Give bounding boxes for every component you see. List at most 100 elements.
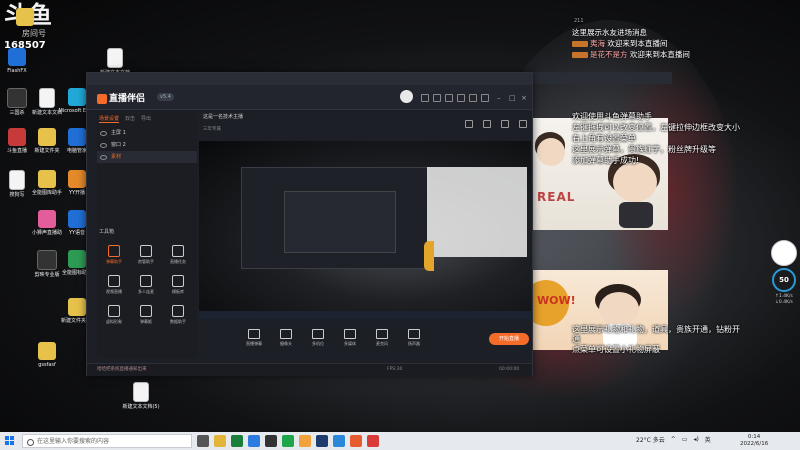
danmaku-button[interactable]: 直播弹幕 <box>239 329 269 347</box>
settings-icon[interactable] <box>469 94 477 102</box>
app-icon[interactable] <box>299 435 311 447</box>
speaker-button[interactable]: 扬声器 <box>399 329 429 347</box>
scene-item[interactable]: 窗口 2 <box>97 139 197 151</box>
clock[interactable]: 0:14 2022/6/16 <box>740 434 768 448</box>
desktop-icon[interactable]: FlashFX <box>0 48 36 74</box>
help-icon[interactable] <box>481 94 489 102</box>
tool-danmaku-ji[interactable]: 弹幕姬 <box>131 305 161 325</box>
tools-grid: 弹幕助手 房管助手 直播任务 视频直播 多人连麦 模板库 虚拟形象 弹幕姬 数据… <box>99 245 193 325</box>
input-lang[interactable]: 英 <box>705 435 711 444</box>
desktop-icon[interactable]: gssfasf <box>28 342 66 368</box>
mobile-icon[interactable] <box>501 120 509 128</box>
task-icon <box>172 245 184 257</box>
weather-text[interactable]: 22°C 多云 <box>636 435 665 444</box>
preview-taskbar <box>199 311 531 319</box>
wow-badge: WOW! <box>533 280 576 326</box>
tool-multi[interactable]: 多人连麦 <box>131 275 161 295</box>
browser-icon[interactable] <box>248 435 260 447</box>
tool-danmaku[interactable]: 弹幕助手 <box>99 245 129 265</box>
clock-time: 0:14 <box>747 434 761 440</box>
multi-camera-button[interactable]: 多机位 <box>303 329 333 347</box>
close-icon[interactable]: × <box>521 94 527 102</box>
stream-category: 三年专属 <box>203 127 221 132</box>
avatar[interactable] <box>400 90 413 103</box>
minimize-icon[interactable]: – <box>497 94 501 102</box>
tab-scene[interactable]: 场景设置 <box>99 115 120 123</box>
group-icon <box>140 275 152 287</box>
task-view-icon[interactable] <box>197 435 209 447</box>
app-icon[interactable] <box>350 435 362 447</box>
preview-header: 这是一名技术主播 三年专属 <box>203 113 527 139</box>
app-icon[interactable] <box>367 435 379 447</box>
folder-icon <box>38 170 56 188</box>
scene-item[interactable]: 素材 <box>97 151 197 163</box>
user-icon <box>140 245 152 257</box>
start-live-button[interactable]: 开始直播 <box>489 333 529 345</box>
document-icon <box>9 170 25 190</box>
stream-preview[interactable] <box>199 141 531 319</box>
streaming-app-window[interactable]: 直播伴侣 v5.4 – □ × 场景设置 双击 导出 主屏 1 窗口 2 素材 … <box>86 72 533 376</box>
app-logo: 直播伴侣 <box>97 91 145 104</box>
network-icon[interactable]: ▭ <box>682 436 688 443</box>
folder-icon <box>68 298 86 316</box>
camera-button[interactable]: 摄像头 <box>271 329 301 347</box>
tab-double[interactable]: 双击 <box>125 115 135 123</box>
gift-icon[interactable] <box>445 94 453 102</box>
microphone-button[interactable]: 麦克风 <box>367 329 397 347</box>
preview-icons <box>465 120 527 128</box>
app-icon <box>68 210 86 228</box>
camera-icon <box>280 329 292 339</box>
status-timer: 00:00:00 <box>499 367 520 372</box>
shirt-icon[interactable] <box>457 94 465 102</box>
desktop-icon[interactable]: 新建文本文档(5) <box>122 382 160 410</box>
mascot-icon <box>771 240 797 266</box>
wrench-icon[interactable] <box>519 120 527 128</box>
danmaku-help-text: 欢迎使用斗鱼弹幕助手 左键拖拽可以改变位置，左键拉伸边框改变大小 右上角有设置菜… <box>572 112 740 165</box>
volume-icon[interactable]: ◂) <box>693 436 698 443</box>
danmaku-window-titlebar[interactable] <box>532 72 672 84</box>
status-bar: 哈哈把系统直播通知出来 FPS:30 00:00:00 <box>87 363 532 376</box>
app-icon[interactable] <box>265 435 277 447</box>
app-titlebar[interactable] <box>87 73 532 85</box>
network-widget[interactable]: 50 ↑1.4K/s ↓0.4K/s <box>770 240 798 305</box>
scene-item[interactable]: 主屏 1 <box>97 127 197 139</box>
app-icon <box>38 210 56 228</box>
app-icon <box>68 128 86 146</box>
tool-task[interactable]: 直播任务 <box>163 245 193 265</box>
folder-icon <box>38 342 56 360</box>
preview-nested-window-2 <box>284 191 396 253</box>
tool-avatar[interactable]: 虚拟形象 <box>99 305 129 325</box>
stream-title[interactable]: 这是一名技术主播 <box>203 113 243 120</box>
camera-icon[interactable] <box>465 120 473 128</box>
maximize-icon[interactable]: □ <box>509 94 516 102</box>
tray-chevron-icon[interactable]: ^ <box>671 436 676 443</box>
grid-icon[interactable] <box>421 94 429 102</box>
lock-icon[interactable] <box>483 120 491 128</box>
taskbar-search-input[interactable]: 在这里输入你要搜索的内容 <box>22 434 192 448</box>
memory-percent: 50 <box>772 268 796 292</box>
media-button[interactable]: 多媒体 <box>335 329 365 347</box>
app-icon <box>7 88 27 108</box>
scene-tabs: 场景设置 双击 导出 <box>97 113 197 127</box>
viewer-count: 211 <box>574 18 584 24</box>
mail-icon[interactable] <box>433 94 441 102</box>
search-icon <box>27 439 34 446</box>
desktop-icon[interactable] <box>6 8 44 28</box>
bottom-controls: 直播弹幕 摄像头 多机位 多媒体 麦克风 扬声器 开始直播 <box>199 325 531 357</box>
windows-start-icon[interactable] <box>5 436 15 446</box>
app-icon <box>37 250 57 270</box>
danmaku-entry-panel: 211 这里展示水友进场消息 夷海 欢迎来到本直播间 是花不是方 欢迎来到本直播… <box>572 14 732 60</box>
wechat-icon[interactable] <box>282 435 294 447</box>
tool-data[interactable]: 数据助手 <box>163 305 193 325</box>
video-icon <box>108 275 120 287</box>
tab-export[interactable]: 导出 <box>141 115 151 123</box>
status-warning[interactable]: 哈哈把系统直播通知出来 <box>97 364 147 376</box>
file-explorer-icon[interactable] <box>214 435 226 447</box>
app-icon[interactable] <box>231 435 243 447</box>
tool-template[interactable]: 模板库 <box>163 275 193 295</box>
steam-icon[interactable] <box>316 435 328 447</box>
tool-video[interactable]: 视频直播 <box>99 275 129 295</box>
edge-icon[interactable] <box>333 435 345 447</box>
tool-admin[interactable]: 房管助手 <box>131 245 161 265</box>
taskbar-apps <box>197 435 379 447</box>
